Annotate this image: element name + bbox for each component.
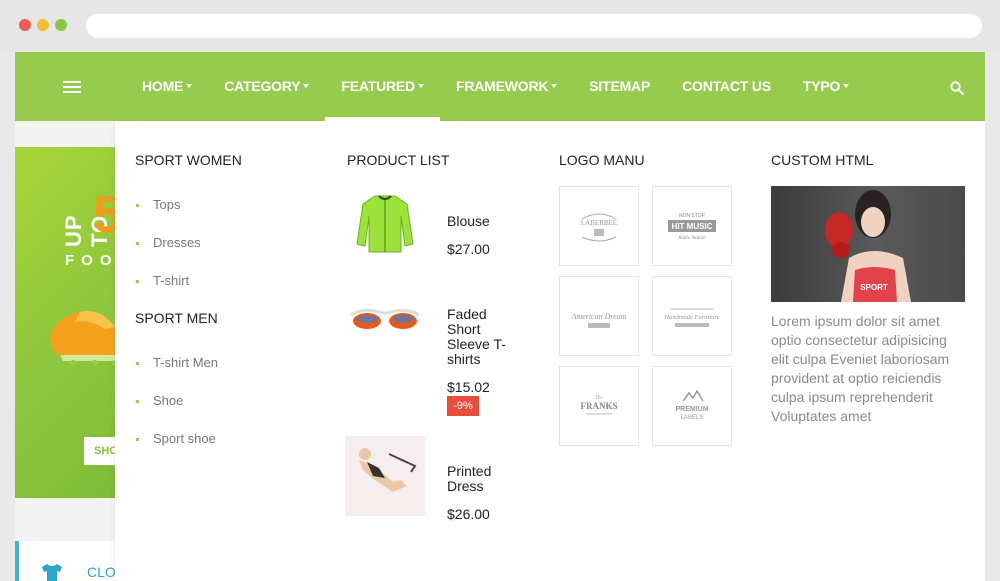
- caret-down-icon: [186, 84, 193, 89]
- sport-shirt-label: SPORT: [860, 283, 888, 292]
- logo-american-dream[interactable]: American Dream: [559, 276, 639, 356]
- caret-down-icon: [417, 84, 424, 89]
- handmade-furniture-logo-icon: Handmade Furniture: [663, 308, 720, 327]
- product-name-printed-dress[interactable]: Printed Dress: [447, 464, 517, 494]
- featured-mega-menu: SPORT WOMEN Tops Dresses T-shirt SPORT M…: [115, 121, 985, 581]
- sunglasses-product-image[interactable]: [345, 281, 425, 361]
- premium-labels-logo-icon: PREMIUM LABELS: [675, 389, 709, 421]
- main-navbar: HOME CATEGORY FEATURED FRAMEWORK SITEMAP…: [15, 52, 985, 121]
- svg-text:Handmade Furniture: Handmade Furniture: [663, 314, 719, 321]
- custom-html-text: Lorem ipsum dolor sit amet optio consect…: [771, 313, 950, 424]
- svg-text:LABELS: LABELS: [681, 415, 704, 421]
- american-dream-logo-icon: American Dream: [570, 312, 627, 328]
- hero-foot-text: FOOT: [65, 252, 115, 269]
- svg-text:Radio Station: Radio Station: [677, 236, 706, 241]
- menu-link-dresses[interactable]: Dresses: [136, 235, 201, 250]
- hit-music-logo-icon: NON STOP HIT MUSIC Radio Station: [668, 213, 716, 241]
- category-strip[interactable]: CLOT: [15, 541, 124, 581]
- logo-laberbee[interactable]: LABERBEE: [559, 186, 639, 266]
- tshirt-icon: [42, 564, 62, 581]
- custom-html-title: CUSTOM HTML: [771, 152, 874, 168]
- caret-down-icon: [303, 84, 310, 89]
- menu-link-shoe[interactable]: Shoe: [135, 393, 183, 408]
- nav-item-framework[interactable]: FRAMEWORK: [440, 52, 573, 121]
- product-price-faded-short-sleeve: $15.02: [447, 379, 490, 395]
- menu-link-t-shirt-men[interactable]: T-shirt Men: [135, 355, 218, 370]
- sport-men-title: SPORT MEN: [135, 310, 218, 326]
- menu-link-sport-shoe[interactable]: Sport shoe: [136, 431, 216, 446]
- svg-text:LABERBEE: LABERBEE: [581, 219, 617, 227]
- nav-menu: HOME CATEGORY FEATURED FRAMEWORK SITEMAP…: [126, 52, 865, 121]
- nav-item-home[interactable]: HOME: [126, 52, 208, 121]
- hamburger-menu-icon[interactable]: [63, 81, 81, 93]
- product-list-title: PRODUCT LIST: [347, 152, 450, 168]
- browser-chrome: [0, 0, 1000, 52]
- minimize-window-dot[interactable]: [37, 19, 49, 31]
- caret-down-icon: [551, 84, 558, 89]
- logo-handmade-furniture[interactable]: Handmade Furniture: [652, 276, 732, 356]
- menu-link-t-shirt[interactable]: T-shirt: [135, 273, 189, 288]
- product-name-blouse[interactable]: Blouse: [447, 214, 517, 229]
- logo-menu-title: LOGO MANU: [559, 152, 645, 168]
- address-bar[interactable]: [86, 14, 982, 38]
- page: UP TO 5 FOOT SHO CLOT HOME CATEGORY FEAT…: [15, 52, 985, 581]
- nav-item-typo[interactable]: TYPO: [787, 52, 865, 121]
- laberbee-logo-icon: LABERBEE: [581, 213, 617, 242]
- nav-item-featured[interactable]: FEATURED: [325, 52, 440, 121]
- dress-product-image[interactable]: [345, 436, 425, 516]
- discount-badge: -9%: [447, 396, 479, 416]
- svg-text:NON STOP: NON STOP: [679, 213, 706, 219]
- product-price-blouse: $27.00: [447, 241, 490, 257]
- close-window-dot[interactable]: [19, 19, 31, 31]
- menu-link-tops[interactable]: Tops: [135, 197, 180, 212]
- svg-text:HIT MUSIC: HIT MUSIC: [672, 222, 713, 231]
- sport-women-title: SPORT WOMEN: [135, 152, 242, 168]
- football-shoe-image: [50, 311, 115, 366]
- jacket-product-image[interactable]: [345, 186, 425, 266]
- nav-item-contact-us[interactable]: CONTACT US: [666, 52, 787, 121]
- svg-text:PREMIUM: PREMIUM: [675, 406, 708, 413]
- product-name-faded-short-sleeve[interactable]: Faded Short Sleeve T-shirts: [447, 307, 517, 367]
- boxer-illustration: SPORT: [825, 190, 911, 302]
- logo-the-franks[interactable]: The FRANKS: [559, 366, 639, 446]
- logo-premium-labels[interactable]: PREMIUM LABELS: [652, 366, 732, 446]
- hero-shop-button[interactable]: SHO: [84, 437, 115, 465]
- maximize-window-dot[interactable]: [55, 19, 67, 31]
- search-icon[interactable]: [950, 81, 964, 95]
- boxer-girl-image[interactable]: SPORT: [771, 186, 965, 302]
- the-franks-logo-icon: The FRANKS: [580, 396, 618, 415]
- svg-text:FRANKS: FRANKS: [580, 401, 617, 411]
- hero-percent-text: 5: [93, 186, 115, 244]
- hero-banner: UP TO 5 FOOT SHO: [15, 147, 115, 498]
- logo-hit-music[interactable]: NON STOP HIT MUSIC Radio Station: [652, 186, 732, 266]
- nav-item-category[interactable]: CATEGORY: [208, 52, 325, 121]
- product-price-printed-dress: $26.00: [447, 506, 490, 522]
- svg-text:American Dream: American Dream: [570, 312, 626, 321]
- caret-down-icon: [843, 84, 850, 89]
- nav-item-sitemap[interactable]: SITEMAP: [573, 52, 666, 121]
